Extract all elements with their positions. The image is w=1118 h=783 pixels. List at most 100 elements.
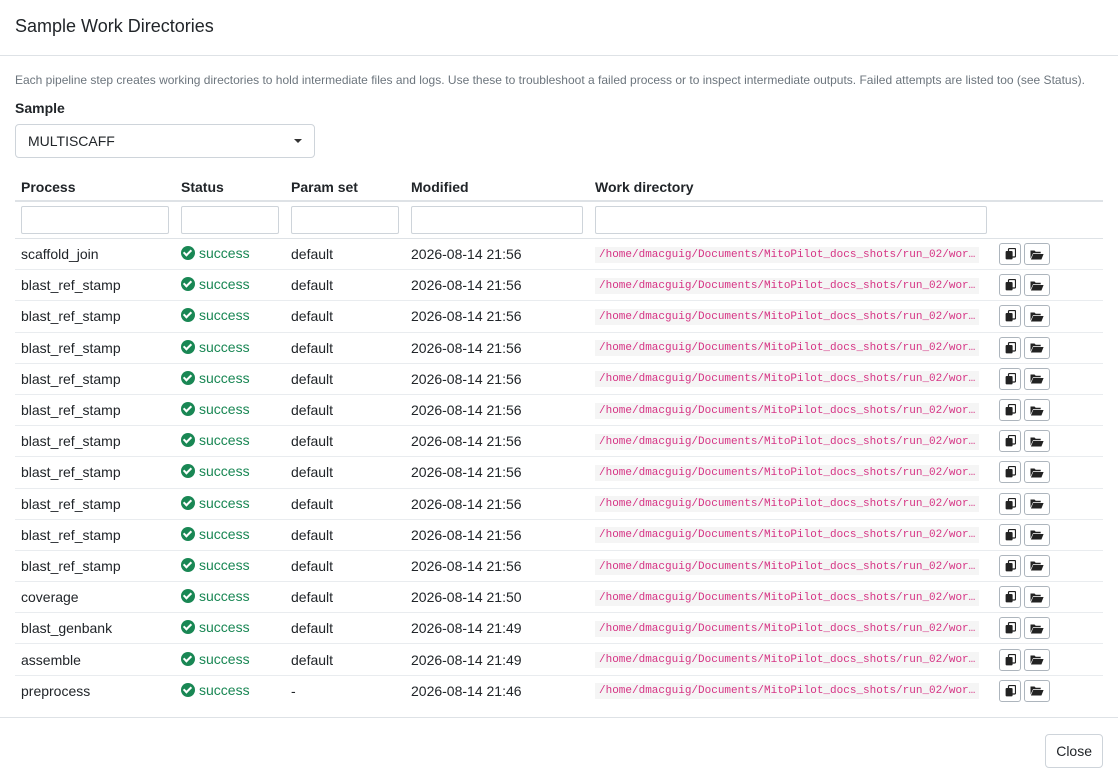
open-folder-button[interactable] [1024, 554, 1050, 577]
table-row[interactable]: blast_ref_stamp success default 2026-08-… [15, 425, 1103, 458]
copy-path-button[interactable] [999, 523, 1021, 546]
modified-cell: 2026-08-14 21:56 [405, 238, 589, 271]
table-row[interactable]: blast_ref_stamp success default 2026-08-… [15, 363, 1103, 395]
check-circle-icon [181, 277, 195, 292]
copy-icon [1005, 248, 1016, 260]
process-cell: blast_ref_stamp [15, 269, 175, 302]
copy-path-button[interactable] [999, 554, 1021, 577]
copy-path-button[interactable] [999, 274, 1021, 297]
actions-cell [993, 456, 1103, 489]
status-cell: success [175, 643, 285, 676]
status-cell: success [175, 488, 285, 520]
folder-open-icon [1030, 374, 1044, 384]
check-circle-icon [181, 246, 195, 261]
work-directory-path[interactable]: /home/dmacguig/Documents/MitoPilot_docs_… [595, 558, 980, 575]
work-directory-path[interactable]: /home/dmacguig/Documents/MitoPilot_docs_… [595, 402, 980, 419]
open-folder-button[interactable] [1024, 523, 1050, 546]
open-folder-button[interactable] [1024, 648, 1050, 671]
modal-footer: Close [0, 717, 1118, 783]
modified-cell: 2026-08-14 21:49 [405, 612, 589, 645]
work-directory-path[interactable]: /home/dmacguig/Documents/MitoPilot_docs_… [595, 371, 980, 388]
filter-process-input[interactable] [21, 206, 169, 234]
work-directory-path[interactable]: /home/dmacguig/Documents/MitoPilot_docs_… [595, 527, 980, 544]
copy-path-button[interactable] [999, 399, 1021, 422]
table-row[interactable]: blast_ref_stamp success default 2026-08-… [15, 550, 1103, 583]
table-row[interactable]: blast_ref_stamp success default 2026-08-… [15, 332, 1103, 364]
open-folder-button[interactable] [1024, 399, 1050, 422]
work-directory-path[interactable]: /home/dmacguig/Documents/MitoPilot_docs_… [595, 433, 980, 450]
column-header-param-set[interactable]: Param set [285, 174, 405, 202]
status-text: success [199, 463, 250, 480]
table-row[interactable]: blast_ref_stamp success default 2026-08-… [15, 519, 1103, 551]
work-directory-cell: /home/dmacguig/Documents/MitoPilot_docs_… [589, 394, 993, 427]
status-badge: success [181, 463, 250, 479]
column-header-status[interactable]: Status [175, 174, 285, 202]
copy-path-button[interactable] [999, 492, 1021, 515]
copy-path-button[interactable] [999, 461, 1021, 484]
work-directory-path[interactable]: /home/dmacguig/Documents/MitoPilot_docs_… [595, 277, 980, 294]
folder-open-icon [1030, 250, 1044, 260]
table-row[interactable]: blast_ref_stamp success default 2026-08-… [15, 456, 1103, 489]
work-directory-cell: /home/dmacguig/Documents/MitoPilot_docs_… [589, 456, 993, 489]
copy-path-button[interactable] [999, 617, 1021, 640]
copy-path-button[interactable] [999, 430, 1021, 453]
column-header-modified[interactable]: Modified [405, 174, 589, 202]
table-row[interactable]: blast_ref_stamp success default 2026-08-… [15, 300, 1103, 333]
work-directory-path[interactable]: /home/dmacguig/Documents/MitoPilot_docs_… [595, 652, 980, 669]
actions-cell [993, 550, 1103, 583]
open-folder-button[interactable] [1024, 492, 1050, 515]
work-directory-path[interactable]: /home/dmacguig/Documents/MitoPilot_docs_… [595, 683, 980, 700]
open-folder-button[interactable] [1024, 243, 1050, 266]
check-circle-icon [181, 308, 195, 323]
table-row[interactable]: scaffold_join success default 2026-08-14… [15, 238, 1103, 271]
open-folder-button[interactable] [1024, 461, 1050, 484]
copy-path-button[interactable] [999, 305, 1021, 328]
work-directory-cell: /home/dmacguig/Documents/MitoPilot_docs_… [589, 269, 993, 302]
open-folder-button[interactable] [1024, 430, 1050, 453]
work-directory-cell: /home/dmacguig/Documents/MitoPilot_docs_… [589, 612, 993, 645]
table-row[interactable]: coverage success default 2026-08-14 21:5… [15, 581, 1103, 614]
table-row[interactable]: preprocess success - 2026-08-14 21:46 /h… [15, 675, 1103, 706]
modified-cell: 2026-08-14 21:50 [405, 581, 589, 614]
close-button[interactable]: Close [1045, 734, 1103, 768]
column-header-work-directory[interactable]: Work directory [589, 174, 993, 202]
copy-path-button[interactable] [999, 648, 1021, 671]
open-folder-button[interactable] [1024, 617, 1050, 640]
open-folder-button[interactable] [1024, 305, 1050, 328]
copy-path-button[interactable] [999, 586, 1021, 609]
table-row[interactable]: blast_ref_stamp success default 2026-08-… [15, 269, 1103, 302]
status-text: success [199, 494, 250, 511]
work-directory-path[interactable]: /home/dmacguig/Documents/MitoPilot_docs_… [595, 589, 980, 606]
process-cell: scaffold_join [15, 238, 175, 271]
work-directory-path[interactable]: /home/dmacguig/Documents/MitoPilot_docs_… [595, 620, 980, 637]
column-header-process[interactable]: Process [15, 174, 175, 202]
filter-modified-input[interactable] [411, 206, 583, 234]
work-directory-path[interactable]: /home/dmacguig/Documents/MitoPilot_docs_… [595, 496, 980, 513]
copy-path-button[interactable] [999, 367, 1021, 390]
table-row[interactable]: assemble success default 2026-08-14 21:4… [15, 643, 1103, 676]
filter-work-directory-input[interactable] [595, 206, 987, 234]
copy-path-button[interactable] [999, 243, 1021, 266]
modified-cell: 2026-08-14 21:56 [405, 456, 589, 489]
filter-status-input[interactable] [181, 206, 279, 234]
open-folder-button[interactable] [1024, 336, 1050, 359]
open-folder-button[interactable] [1024, 679, 1050, 702]
work-directory-path[interactable]: /home/dmacguig/Documents/MitoPilot_docs_… [595, 465, 980, 482]
table-row[interactable]: blast_ref_stamp success default 2026-08-… [15, 394, 1103, 427]
table-row[interactable]: blast_genbank success default 2026-08-14… [15, 612, 1103, 645]
sample-select[interactable]: MULTISCAFF [15, 124, 315, 158]
table-row[interactable]: blast_ref_stamp success default 2026-08-… [15, 488, 1103, 520]
status-cell: success [175, 519, 285, 551]
filter-param-set-input[interactable] [291, 206, 399, 234]
work-directory-path[interactable]: /home/dmacguig/Documents/MitoPilot_docs_… [595, 246, 980, 263]
status-badge: success [181, 682, 250, 698]
copy-icon [1005, 279, 1016, 291]
open-folder-button[interactable] [1024, 586, 1050, 609]
work-directory-path[interactable]: /home/dmacguig/Documents/MitoPilot_docs_… [595, 309, 980, 326]
open-folder-button[interactable] [1024, 367, 1050, 390]
copy-path-button[interactable] [999, 336, 1021, 359]
copy-path-button[interactable] [999, 679, 1021, 702]
folder-open-icon [1030, 343, 1044, 353]
work-directory-path[interactable]: /home/dmacguig/Documents/MitoPilot_docs_… [595, 340, 980, 357]
open-folder-button[interactable] [1024, 274, 1050, 297]
